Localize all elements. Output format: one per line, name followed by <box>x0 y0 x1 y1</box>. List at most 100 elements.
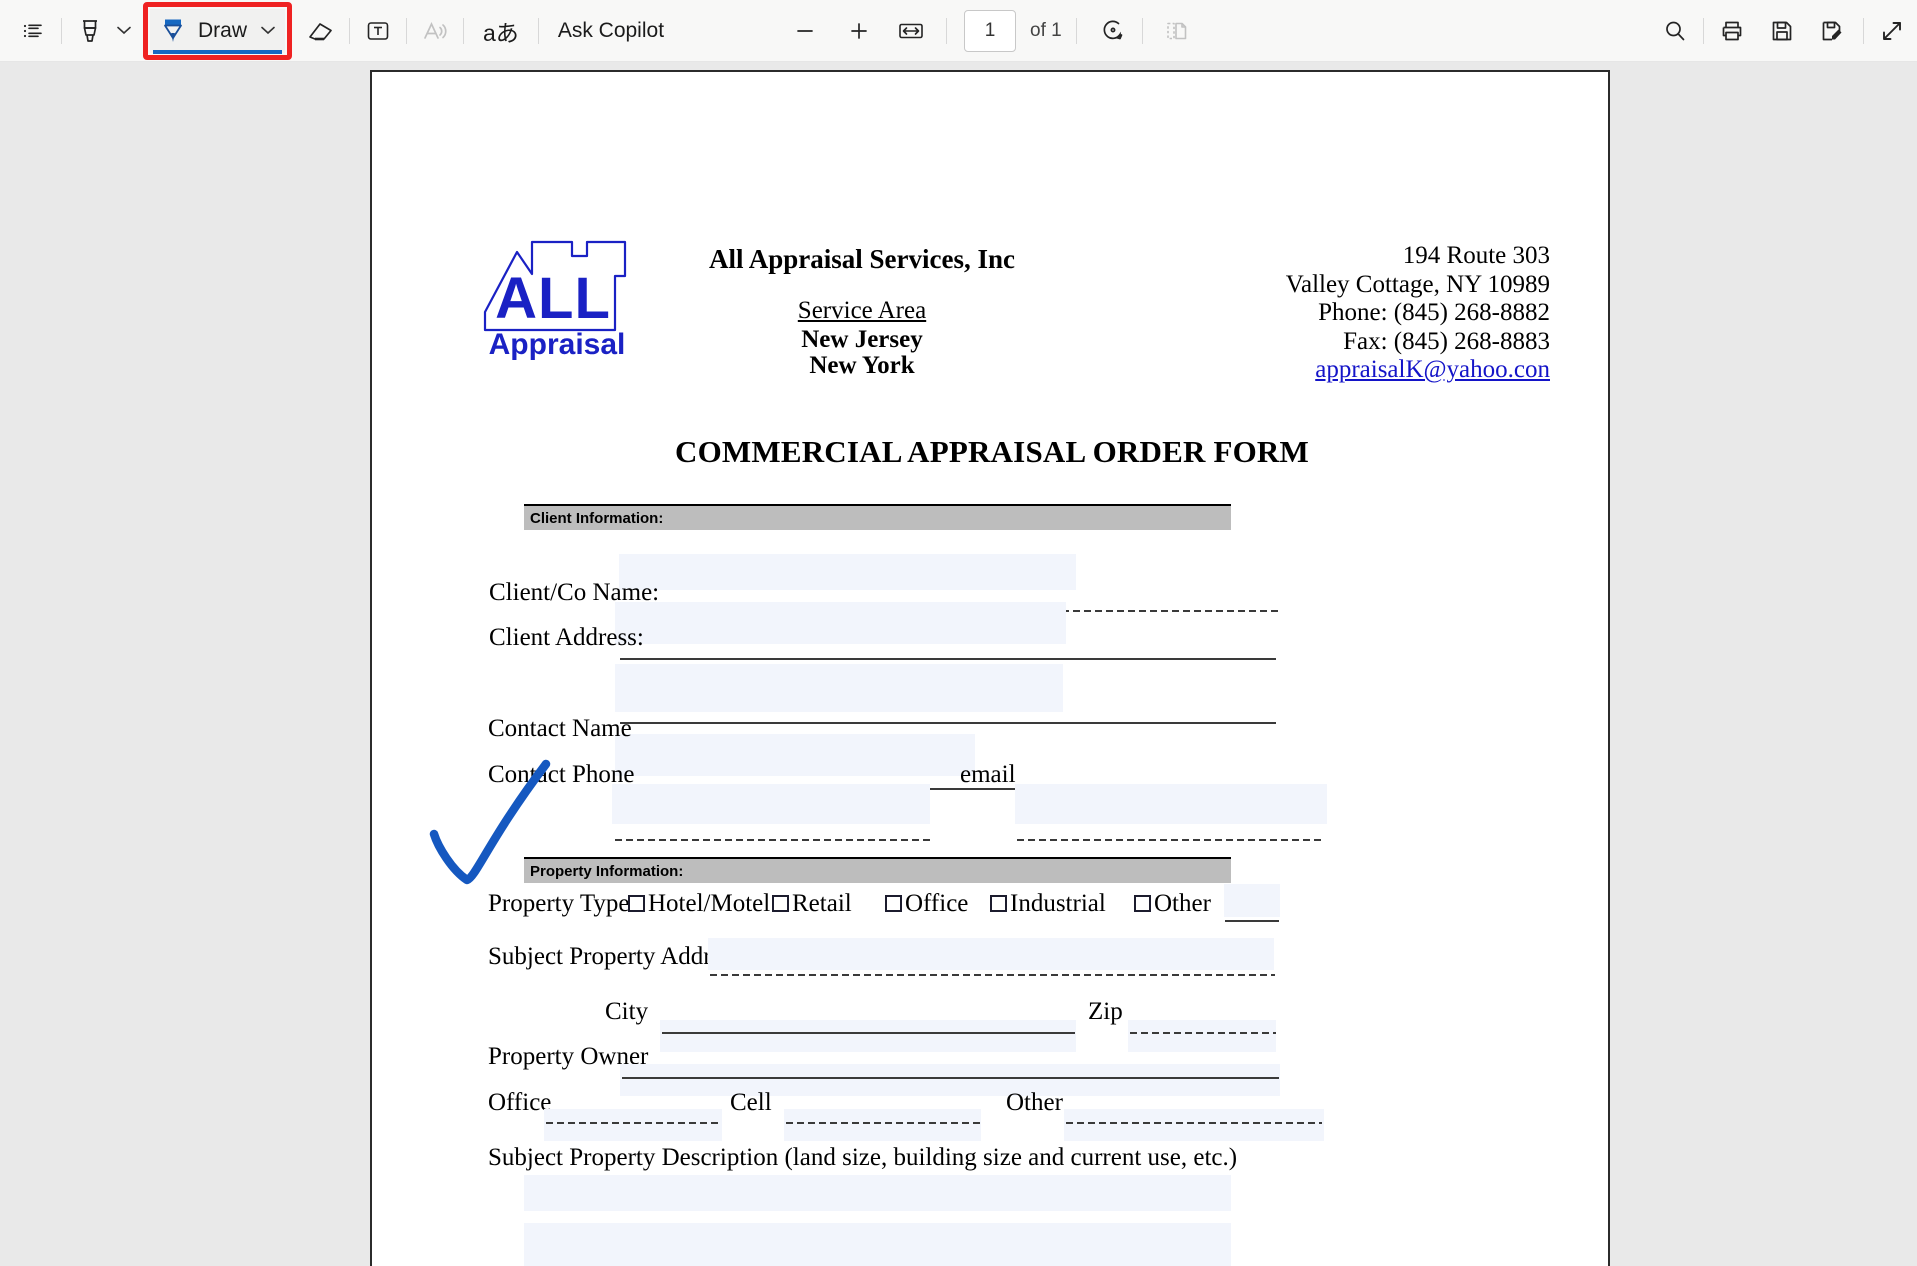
label-office-phone: Office <box>488 1089 552 1116</box>
outline-list-icon[interactable] <box>12 10 54 52</box>
toolbar-divider <box>463 17 465 44</box>
label-subject-property-address: Subject Property Address <box>488 943 743 970</box>
label-retail: Retail <box>792 890 852 917</box>
checkbox-industrial[interactable] <box>990 895 1007 912</box>
print-icon[interactable] <box>1711 10 1753 52</box>
draw-dropdown-caret[interactable] <box>257 26 279 35</box>
highlighter-dropdown-caret[interactable] <box>111 11 137 51</box>
label-property-type: Property Type: <box>488 890 637 917</box>
service-area-heading: Service Area <box>797 297 927 324</box>
field-line-office-phone <box>546 1122 722 1124</box>
field-fill-other-property-type[interactable] <box>1224 884 1280 917</box>
document-viewport[interactable]: ALL Appraisal All Appraisal Services, In… <box>0 62 1917 1266</box>
field-fill-description-1[interactable] <box>524 1175 1231 1211</box>
pdf-toolbar: Draw aあ Ask Copilot 1 of 1 <box>0 0 1917 62</box>
label-hotel-motel: Hotel/Motel <box>648 890 771 917</box>
svg-text:Appraisal: Appraisal <box>489 328 626 360</box>
field-fill-client-address-2[interactable] <box>615 664 1063 712</box>
label-contact-phone: Contact Phone <box>488 761 635 788</box>
address-email-link[interactable]: appraisalK@yahoo.con <box>1120 356 1550 385</box>
field-line-cell-phone <box>786 1122 981 1124</box>
company-name: All Appraisal Services, Inc <box>708 244 1015 274</box>
page-title: COMMERCIAL APPRAISAL ORDER FORM <box>675 434 1309 469</box>
field-fill-cell-phone[interactable] <box>784 1109 981 1141</box>
field-fill-client-address-1[interactable] <box>615 602 1066 644</box>
toolbar-divider <box>349 17 351 44</box>
section-header-property-information: Property Information: <box>524 857 1231 883</box>
save-as-icon[interactable] <box>1811 10 1853 52</box>
label-cell-phone: Cell <box>730 1089 772 1116</box>
field-fill-office-phone[interactable] <box>544 1109 722 1141</box>
page-count-label: of 1 <box>1030 19 1062 41</box>
draw-button-label: Draw <box>198 18 248 42</box>
text-box-icon[interactable] <box>357 10 399 52</box>
service-area-new-jersey: New Jersey <box>801 326 923 353</box>
field-line-city <box>662 1032 1075 1034</box>
label-client-address: Client Address: <box>489 624 644 651</box>
field-line-client-address-2 <box>620 722 1276 724</box>
draw-button[interactable]: Draw <box>150 8 286 54</box>
address-phone: Phone: (845) 268-8882 <box>1318 299 1550 326</box>
expand-icon[interactable] <box>1871 10 1913 52</box>
fit-width-icon[interactable] <box>890 10 932 52</box>
section-header-client-information: Client Information: <box>524 504 1231 530</box>
field-line-email <box>1017 839 1325 841</box>
checkbox-retail[interactable] <box>772 895 789 912</box>
label-zip: Zip <box>1088 998 1123 1025</box>
address-block: 194 Route 303 Valley Cottage, NY 10989 P… <box>1120 242 1550 385</box>
toolbar-divider <box>1863 17 1864 44</box>
service-area-new-york: New York <box>809 352 915 379</box>
field-line-contact-phone <box>615 839 933 841</box>
field-fill-subject-property-address[interactable] <box>708 938 1274 970</box>
field-fill-contact-phone[interactable] <box>612 784 930 824</box>
field-line-subject-property-address <box>710 974 1275 976</box>
zoom-in-button[interactable] <box>838 10 880 52</box>
toolbar-divider <box>61 17 62 44</box>
field-fill-client-name[interactable] <box>619 554 1076 590</box>
draw-button-highlight: Draw <box>143 1 293 60</box>
page-layout-icon[interactable] <box>1156 10 1198 52</box>
field-fill-email[interactable] <box>1015 784 1327 824</box>
all-appraisal-logo: ALL Appraisal <box>483 240 627 360</box>
label-other-property-type: Other <box>1154 890 1211 917</box>
field-line-other-phone <box>1066 1122 1322 1124</box>
field-line-property-owner <box>622 1077 1279 1079</box>
field-fill-contact-name[interactable] <box>615 734 975 776</box>
ask-copilot-button[interactable]: Ask Copilot <box>546 11 676 51</box>
search-icon[interactable] <box>1654 10 1696 52</box>
field-line-client-address-1 <box>620 658 1276 660</box>
label-email: email <box>960 761 1016 788</box>
field-fill-city[interactable] <box>660 1020 1076 1052</box>
label-subject-property-description: Subject Property Description (land size,… <box>488 1144 1238 1171</box>
rotate-icon[interactable] <box>1092 10 1134 52</box>
zoom-out-button[interactable] <box>784 10 826 52</box>
field-fill-zip[interactable] <box>1128 1020 1276 1052</box>
field-fill-other-phone[interactable] <box>1064 1109 1324 1141</box>
page-number-input[interactable]: 1 <box>964 9 1017 52</box>
label-city: City <box>605 998 649 1025</box>
read-aloud-icon[interactable] <box>414 10 456 52</box>
eraser-icon[interactable] <box>300 10 342 52</box>
toolbar-divider <box>537 17 539 44</box>
address-fax: Fax: (845) 268-8883 <box>1343 327 1550 355</box>
toolbar-divider <box>946 17 948 44</box>
field-fill-property-owner[interactable] <box>620 1064 1280 1096</box>
toolbar-divider <box>406 17 408 44</box>
letterhead: ALL Appraisal All Appraisal Services, In… <box>372 222 1608 385</box>
address-street: 194 Route 303 <box>1402 242 1550 269</box>
label-office: Office <box>905 890 969 917</box>
checkbox-other-property-type[interactable] <box>1134 895 1151 912</box>
pdf-page-1[interactable]: ALL Appraisal All Appraisal Services, In… <box>370 70 1610 1266</box>
field-line-zip <box>1130 1032 1276 1034</box>
label-other-phone: Other <box>1006 1089 1063 1116</box>
translate-button[interactable]: aあ <box>471 6 531 56</box>
toolbar-divider <box>1141 17 1143 44</box>
field-line-other-property-type <box>1225 920 1279 922</box>
pen-icon <box>160 16 186 46</box>
checkbox-hotel-motel[interactable] <box>628 895 645 912</box>
save-icon[interactable] <box>1761 10 1803 52</box>
toolbar-divider <box>1075 17 1077 44</box>
field-fill-description-2[interactable] <box>524 1223 1231 1266</box>
highlighter-icon[interactable] <box>69 10 111 52</box>
checkbox-office[interactable] <box>885 895 902 912</box>
